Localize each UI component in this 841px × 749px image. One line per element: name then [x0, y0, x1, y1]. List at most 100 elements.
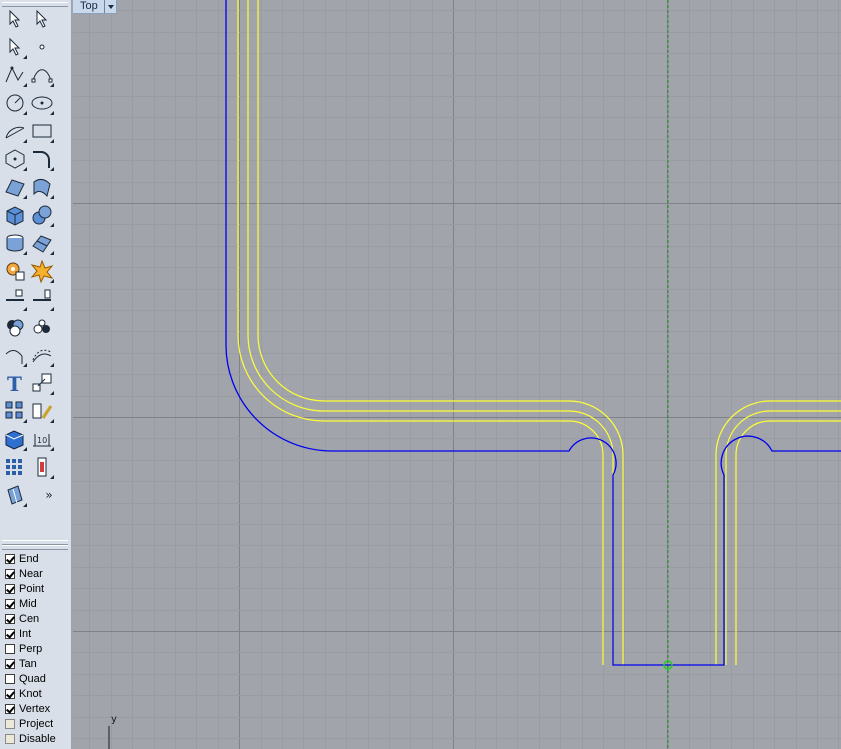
flyout-arrow-icon [23, 307, 27, 311]
flyout-arrow-icon [50, 307, 54, 311]
flyout-arrow-icon [23, 55, 27, 59]
transform-gear-icon [6, 262, 25, 281]
split-tool[interactable] [29, 286, 55, 312]
offset-curve-left-1 [237, 0, 604, 665]
osnap-tan[interactable]: Tan [2, 657, 70, 672]
curve-control-points-tool[interactable] [29, 62, 55, 88]
osnap-end[interactable]: End [2, 552, 70, 567]
osnap-checkbox[interactable] [5, 689, 15, 699]
top-viewport[interactable]: Top y [73, 0, 841, 749]
flyout-arrow-icon [50, 223, 54, 227]
osnap-checkbox[interactable] [5, 554, 15, 564]
flyout-arrow-icon [50, 167, 54, 171]
osnap-checkbox[interactable] [5, 629, 15, 639]
rectangle-tool[interactable] [29, 118, 55, 144]
osnap-perp[interactable]: Perp [2, 642, 70, 657]
osnap-vertex[interactable]: Vertex [2, 702, 70, 717]
flyout-arrow-icon [23, 111, 27, 115]
edit-tools-tool[interactable] [29, 398, 55, 424]
viewport-name[interactable]: Top [80, 0, 98, 13]
offset-curve-left-2 [247, 0, 614, 665]
flyout-arrow-icon [50, 475, 54, 479]
surface-sweep-tool[interactable] [29, 174, 55, 200]
osnap-point[interactable]: Point [2, 582, 70, 597]
flyout-arrow-icon [23, 503, 27, 507]
flyout-arrow-icon [23, 419, 27, 423]
osnap-cen[interactable]: Cen [2, 612, 70, 627]
osnap-int[interactable]: Int [2, 627, 70, 642]
outline-curve-path [225, 0, 841, 666]
rebuild-curve-tool[interactable] [29, 342, 55, 368]
analyze-tool[interactable] [2, 482, 28, 508]
osnap-mid[interactable]: Mid [2, 597, 70, 612]
select-objects-tool[interactable] [29, 6, 55, 32]
array-tool[interactable] [2, 398, 28, 424]
group-icon [33, 319, 50, 334]
flyout-arrow-icon [50, 419, 54, 423]
flyout-arrow-icon [50, 251, 54, 255]
osnap-label: Project [19, 718, 54, 730]
grid-array-tool[interactable] [2, 454, 28, 480]
layers-tool[interactable] [29, 454, 55, 480]
osnap-checkbox[interactable] [5, 569, 15, 579]
text-tool[interactable]: T [2, 370, 28, 396]
explode-tool[interactable] [29, 258, 55, 284]
point-tool[interactable] [29, 34, 55, 60]
polyline-tool[interactable] [2, 62, 28, 88]
flyout-arrow-icon [23, 167, 27, 171]
trim-tool[interactable] [2, 286, 28, 312]
ellipse-tool[interactable] [29, 90, 55, 116]
y-axis-label: y [111, 714, 117, 725]
osnap-toggle-button[interactable] [5, 719, 15, 729]
flyout-arrow-icon [23, 195, 27, 199]
viewport-canvas[interactable] [73, 0, 841, 749]
viewport-menu-arrow-icon[interactable] [104, 0, 117, 13]
fillet-curve-tool[interactable] [29, 146, 55, 172]
select-points-tool[interactable] [2, 6, 28, 32]
svg-text:10: 10 [37, 436, 47, 445]
osnap-label: Perp [19, 643, 43, 655]
viewport-title-tab[interactable]: Top [73, 0, 117, 14]
osnap-knot[interactable]: Knot [2, 687, 70, 702]
polygon-tool[interactable] [2, 146, 28, 172]
osnap-checkbox[interactable] [5, 704, 15, 714]
more-tools-button[interactable]: » [36, 482, 62, 508]
solid-sphere-tool[interactable] [29, 202, 55, 228]
flyout-arrow-icon [50, 83, 54, 87]
scale-tool[interactable] [29, 370, 55, 396]
osnap-label: Vertex [19, 703, 51, 715]
osnap-checkbox[interactable] [5, 599, 15, 609]
cylinder-tool[interactable] [2, 230, 28, 256]
solid-box-tool[interactable] [2, 202, 28, 228]
arc-tool[interactable] [2, 118, 28, 144]
flyout-arrow-icon [50, 279, 54, 283]
transform-gear-tool[interactable] [2, 258, 28, 284]
osnap-label: Near [19, 568, 43, 580]
offset-curve-right-1 [735, 420, 841, 665]
osnap-near[interactable]: Near [2, 567, 70, 582]
group-tool[interactable] [29, 314, 55, 340]
curve-tools-tool[interactable] [2, 342, 28, 368]
point-icon [39, 44, 45, 50]
osnap-label: End [19, 553, 39, 565]
osnap-disable[interactable]: Disable [2, 732, 70, 747]
osnap-checkbox[interactable] [5, 674, 15, 684]
osnap-checkbox[interactable] [5, 644, 15, 654]
mesh-tool[interactable] [29, 230, 55, 256]
osnap-toggle-button[interactable] [5, 734, 15, 744]
circle-tool[interactable] [2, 90, 28, 116]
dimension-tool[interactable]: 10 [29, 426, 55, 452]
boolean-union-tool[interactable] [2, 314, 28, 340]
flyout-arrow-icon [23, 83, 27, 87]
osnap-checkbox[interactable] [5, 659, 15, 669]
osnap-checkbox[interactable] [5, 584, 15, 594]
surface-from-points-tool[interactable] [2, 174, 28, 200]
osnap-grip-2 [2, 545, 68, 550]
outline-curve [225, 0, 841, 666]
offset-curve-left-3 [257, 0, 624, 665]
osnap-checkbox[interactable] [5, 614, 15, 624]
render-box-tool[interactable] [2, 426, 28, 452]
osnap-project[interactable]: Project [2, 717, 70, 732]
select-point-tool[interactable] [2, 34, 28, 60]
osnap-quad[interactable]: Quad [2, 672, 70, 687]
